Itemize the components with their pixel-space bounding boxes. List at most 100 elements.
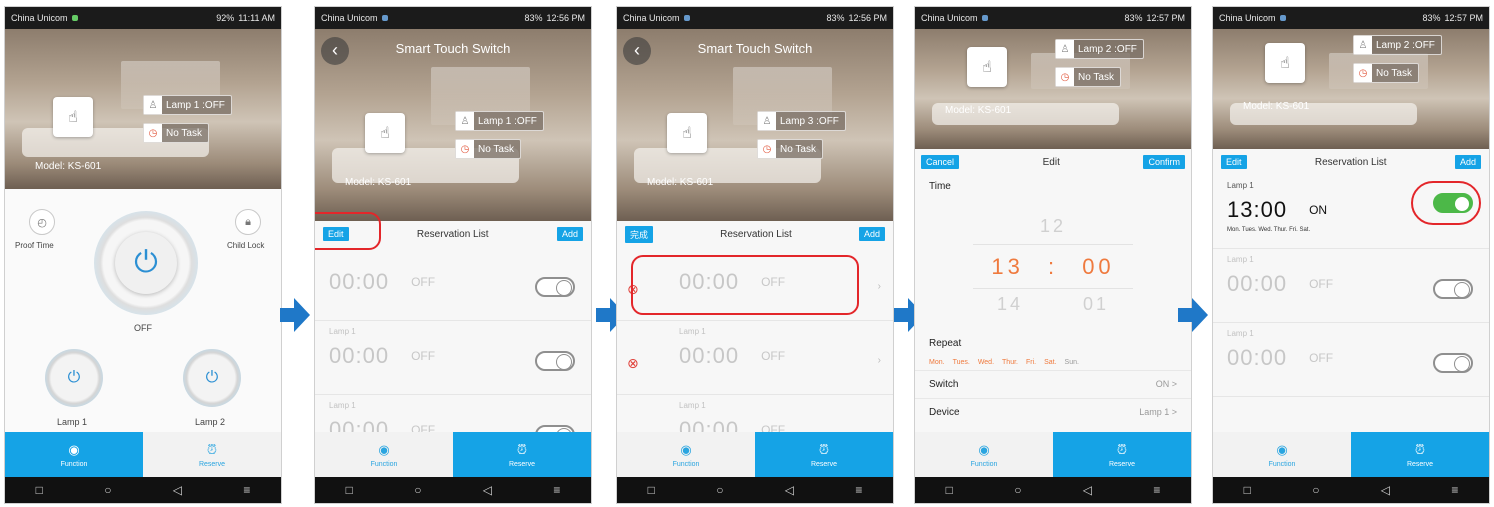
reservation-toggle[interactable] (1433, 279, 1473, 299)
edit-button[interactable]: Edit (1221, 155, 1247, 169)
back-icon[interactable]: ◁ (1381, 483, 1390, 497)
function-icon: ◉ (978, 441, 990, 457)
tab-reserve[interactable]: ⏰︎ Reserve (1053, 432, 1191, 477)
picker-next[interactable]: 14 01 (915, 294, 1191, 315)
room-banner: ☝ ♙ Lamp 2 :OFF ◷ No Task Model: KS-601 (1213, 29, 1489, 149)
tab-reserve[interactable]: ⏰︎ Reserve (1351, 432, 1489, 477)
time-picker[interactable]: 12 13 : 00 14 01 (915, 198, 1191, 332)
picker-selected[interactable]: 13 : 00 (915, 254, 1191, 280)
tab-reserve-label: Reserve (810, 460, 838, 468)
picker-minute-next[interactable]: 01 (1083, 294, 1109, 314)
status-bar: China Unicom 92% 11:11 AM (5, 7, 281, 29)
bottom-tabbar: ◉ Function ⏰︎ Reserve (1213, 432, 1489, 477)
home-icon[interactable]: ○ (1312, 483, 1319, 497)
lamp1-label: Lamp 1 (57, 417, 88, 427)
carrier-label: China Unicom (1219, 13, 1276, 23)
timer-icon: ◷ (456, 140, 474, 158)
time-label: Time (929, 181, 951, 192)
reservation-title: Reservation List (1314, 156, 1387, 168)
home-icon[interactable]: ○ (1014, 483, 1021, 497)
menu-icon[interactable]: ≡ (1153, 483, 1160, 497)
function-icon: ◉ (68, 441, 80, 457)
recent-apps-icon[interactable]: □ (1244, 483, 1251, 497)
day-thu[interactable]: Thur. (1002, 359, 1018, 366)
picker-hour-next[interactable]: 14 (997, 294, 1023, 314)
lamp-status-chip: ♙ Lamp 1 :OFF (143, 95, 232, 115)
reservation-item[interactable]: 00:00 OFF (315, 247, 591, 321)
switch-row[interactable]: Switch ON > (915, 370, 1191, 398)
tab-function[interactable]: ◉ Function (5, 432, 143, 477)
carrier-label: China Unicom (921, 13, 978, 23)
reservation-item[interactable]: Lamp 1 00:00 OFF (315, 321, 591, 395)
add-button[interactable]: Add (1454, 155, 1481, 169)
confirm-button[interactable]: Confirm (1143, 155, 1185, 169)
tab-function[interactable]: ◉ Function (1213, 432, 1351, 477)
reservation-toggle[interactable] (535, 277, 575, 297)
reservation-time: 00:00 (1227, 271, 1288, 296)
device-row[interactable]: Device Lamp 1 > (915, 398, 1191, 426)
home-icon[interactable]: ○ (104, 483, 111, 497)
child-lock-button[interactable]: 🔒︎ (235, 209, 261, 235)
notification-icon (683, 15, 690, 21)
alarm-icon: ⏰︎ (516, 441, 528, 457)
battery-label: 83% (1422, 13, 1441, 23)
day-sat[interactable]: Sat. (1044, 359, 1056, 366)
timer-icon: ◷ (144, 124, 162, 142)
clock-label: 12:57 PM (1444, 13, 1483, 23)
recent-apps-icon[interactable]: □ (648, 483, 655, 497)
picker-hour-selected[interactable]: 13 (991, 254, 1023, 279)
day-fri[interactable]: Fri. (1026, 359, 1036, 366)
tab-function[interactable]: ◉ Function (617, 432, 755, 477)
picker-hour-prev[interactable]: 12 (915, 216, 1191, 237)
tab-reserve[interactable]: ⏰︎ Reserve (453, 432, 591, 477)
tab-reserve[interactable]: ⏰︎ Reserve (755, 432, 893, 477)
add-button[interactable]: Add (858, 227, 885, 241)
reservation-toggle[interactable] (1433, 353, 1473, 373)
touch-device-icon: ☝ (53, 97, 93, 137)
back-icon[interactable]: ◁ (483, 483, 492, 497)
edit-header: Cancel Edit Confirm (915, 149, 1191, 175)
function-icon: ◉ (378, 441, 390, 457)
day-wed[interactable]: Wed. (978, 359, 994, 366)
back-icon[interactable]: ◁ (173, 483, 182, 497)
lamp-icon: ♙ (1354, 36, 1372, 54)
day-tue[interactable]: Tues. (953, 359, 970, 366)
reservation-item[interactable]: ⊗ Lamp 1 00:00 OFF › (617, 321, 893, 395)
reservation-item[interactable]: Lamp 1 00:00 OFF (1213, 249, 1489, 323)
recent-apps-icon[interactable]: □ (346, 483, 353, 497)
tab-function[interactable]: ◉ Function (315, 432, 453, 477)
picker-minute-selected[interactable]: 00 (1082, 254, 1114, 279)
cancel-button[interactable]: Cancel (921, 155, 960, 169)
day-sun[interactable]: Sun. (1065, 359, 1079, 366)
lamp1-button[interactable]: ⏻ (45, 349, 103, 407)
master-power-button[interactable]: ⏻ (94, 211, 198, 315)
back-icon[interactable]: ◁ (1083, 483, 1092, 497)
add-button[interactable]: Add (556, 227, 583, 241)
task-status-chip: ◷ No Task (455, 139, 521, 159)
lamp2-button[interactable]: ⏻ (183, 349, 241, 407)
menu-icon[interactable]: ≡ (243, 483, 250, 497)
reservation-time: 00:00 (329, 269, 390, 294)
proof-time-button[interactable]: ◴ (29, 209, 55, 235)
tab-reserve-label: Reserve (508, 460, 536, 468)
task-status-text: No Task (478, 143, 514, 155)
task-status-chip: ◷ No Task (143, 123, 209, 143)
tab-reserve[interactable]: ⏰︎ Reserve (143, 432, 281, 477)
recent-apps-icon[interactable]: □ (36, 483, 43, 497)
done-button[interactable]: 完成 (625, 225, 654, 243)
touch-device-icon: ☝ (667, 113, 707, 153)
home-icon[interactable]: ○ (716, 483, 723, 497)
back-icon[interactable]: ◁ (785, 483, 794, 497)
menu-icon[interactable]: ≡ (553, 483, 560, 497)
reservation-item[interactable]: Lamp 1 00:00 OFF (1213, 323, 1489, 397)
menu-icon[interactable]: ≡ (1451, 483, 1458, 497)
menu-icon[interactable]: ≡ (855, 483, 862, 497)
reservation-lamp-label (329, 253, 577, 263)
tab-function-label: Function (970, 460, 998, 468)
delete-icon[interactable]: ⊗ (627, 355, 639, 372)
tab-function[interactable]: ◉ Function (915, 432, 1053, 477)
day-mon[interactable]: Mon. (929, 359, 945, 366)
home-icon[interactable]: ○ (414, 483, 421, 497)
recent-apps-icon[interactable]: □ (946, 483, 953, 497)
reservation-toggle[interactable] (535, 351, 575, 371)
